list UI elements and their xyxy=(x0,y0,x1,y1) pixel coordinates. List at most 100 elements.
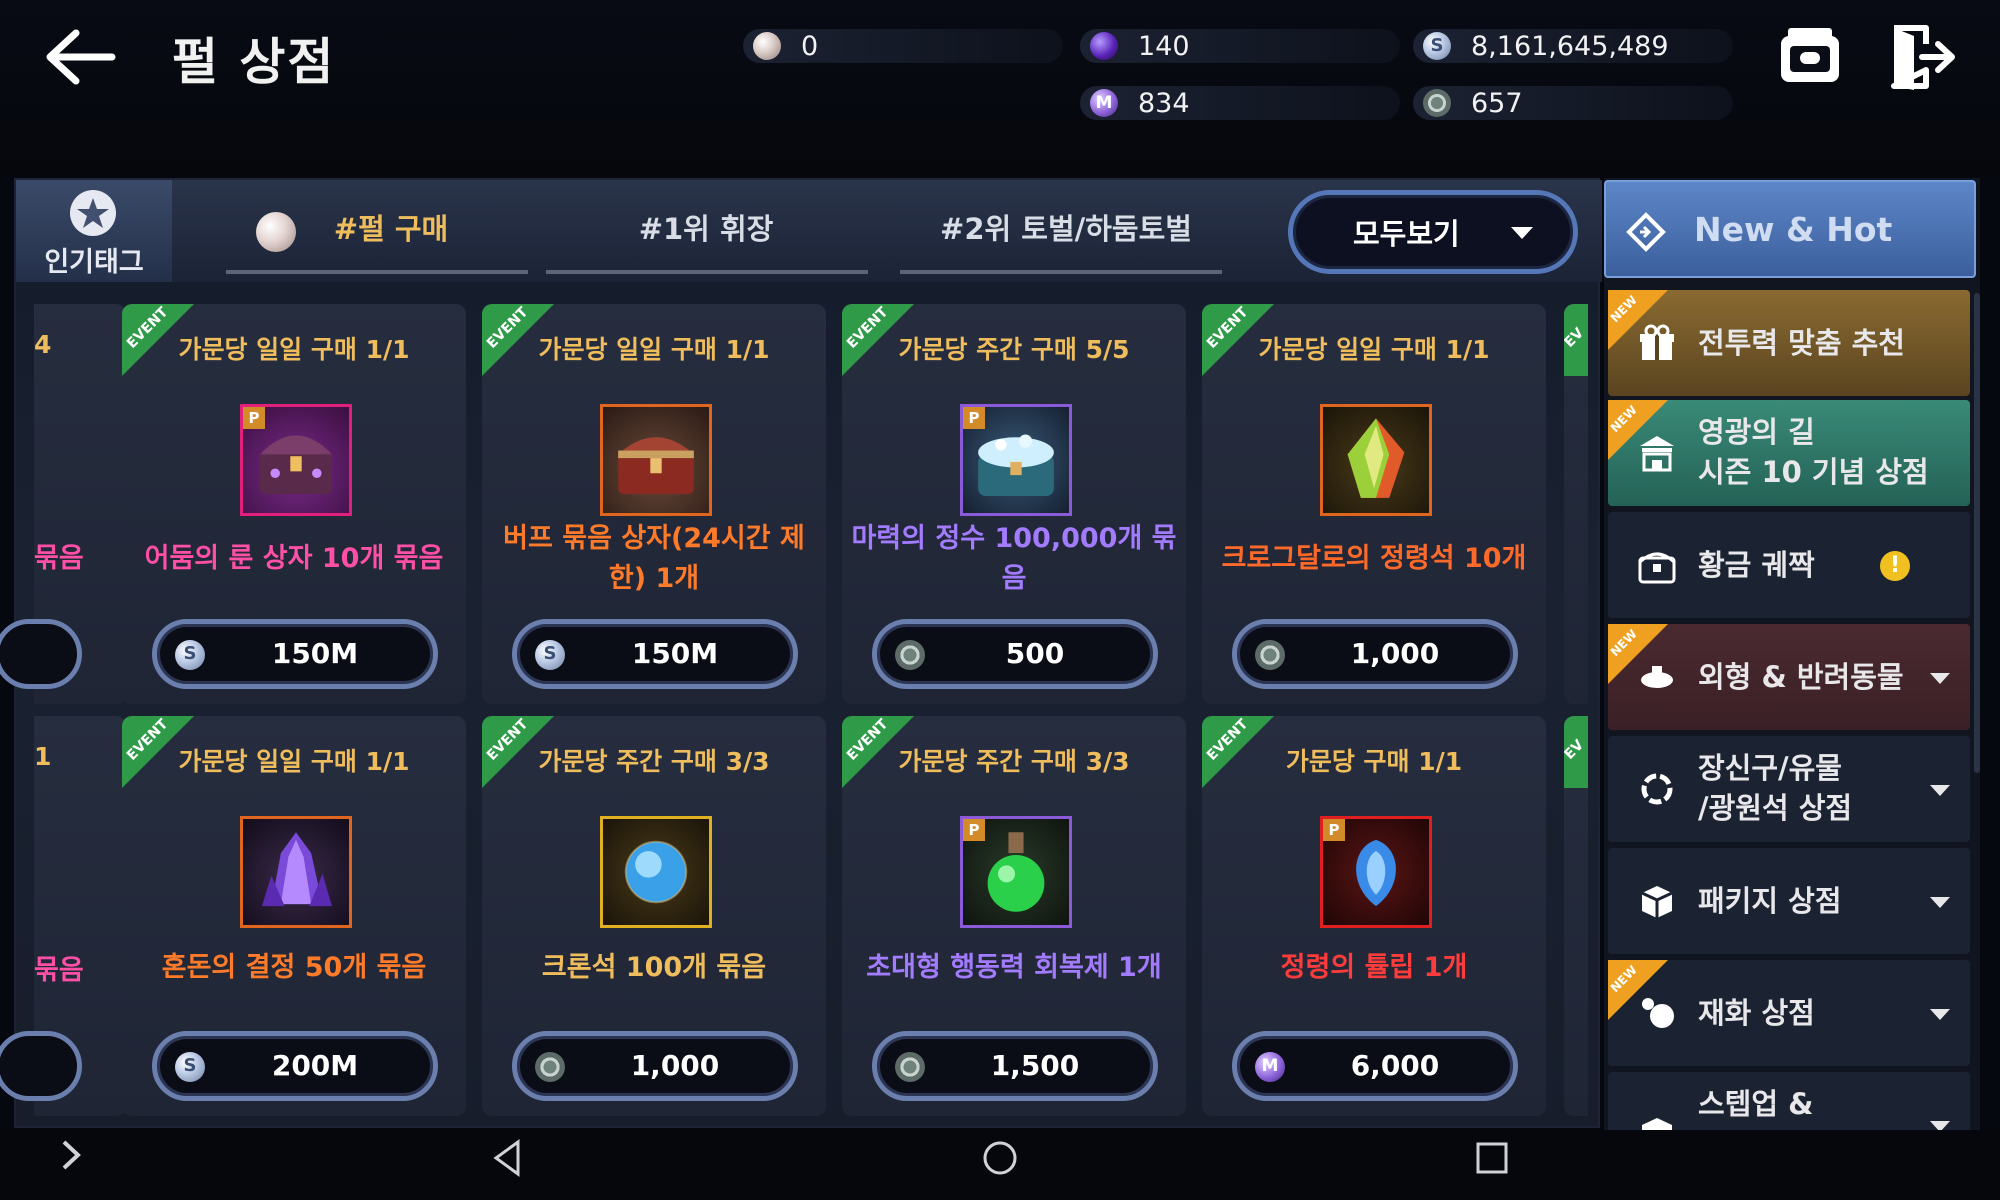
spirit-tulip-image: P xyxy=(1320,816,1432,928)
buff-chest-image xyxy=(600,404,712,516)
sidebar-item-glory-road[interactable]: NEW 영광의 길 시즌 10 기념 상점 xyxy=(1608,400,1970,506)
purchase-limit: 가문당 일일 구매 1/1 xyxy=(1258,335,1490,364)
category-sidebar: New & Hot NEW 전투력 맞춤 추천 NEW 영광의 길 시즌 10 … xyxy=(1604,178,1980,1130)
price-value: 150M xyxy=(271,637,359,670)
sidebar-item-sublabel: 시즌 10 기념 상점 xyxy=(1698,455,1929,489)
purchase-limit: 가문당 주간 구매 5/5 xyxy=(898,335,1130,364)
star-icon xyxy=(70,190,116,236)
sidebar-item-label: 외형 & 반려동물 xyxy=(1698,660,1904,694)
storage-box-icon[interactable] xyxy=(1778,24,1842,86)
diamond-arrow-icon xyxy=(1626,212,1666,252)
emblem-coin-icon xyxy=(1423,89,1451,117)
sidebar-item-appearance-pets[interactable]: NEW 외형 & 반려동물 xyxy=(1608,624,1970,730)
pearl-icon xyxy=(256,212,296,252)
purchase-limit: 1 xyxy=(34,742,52,771)
purple-gem-icon xyxy=(1090,32,1118,60)
sidebar-scrollbar[interactable] xyxy=(1974,293,1980,773)
purchase-limit: 가문당 주간 구매 3/3 xyxy=(538,747,770,776)
currency-value: 140 xyxy=(1138,31,1190,62)
sidebar-item-label: 장신구/유물 xyxy=(1698,751,1842,785)
product-card[interactable]: EVENT 가문당 일일 구매 1/1 크로그달로의 정령석 10개 1,000 xyxy=(1202,304,1546,704)
price-button[interactable]: 1,500 xyxy=(872,1031,1158,1101)
sidebar-item-currency-shop[interactable]: NEW 재화 상점 xyxy=(1608,960,1970,1066)
partial-card[interactable]: EV xyxy=(1564,716,1588,1116)
price-value: 6,000 xyxy=(1350,1049,1440,1082)
shop-panel: 인기태그 #펄 구매 #1위 휘장 #2위 토벌/하둠토벌 모두보기 4 묶음 … xyxy=(0,178,1602,1128)
item-name: 초대형 행동력 회복제 1개 xyxy=(866,952,1162,983)
product-card[interactable]: EVENT 가문당 주간 구매 3/3 크론석 100개 묶음 1,000 xyxy=(482,716,826,1116)
ring-icon xyxy=(1641,773,1673,805)
price-button[interactable] xyxy=(0,619,82,689)
sidebar-item-label: 전투력 맞춤 추천 xyxy=(1698,326,1905,360)
emblem-coin-icon xyxy=(1255,640,1285,670)
product-card[interactable]: EVENT 가문당 일일 구매 1/1 혼돈의 결정 50개 묶음 S 200M xyxy=(122,716,466,1116)
nav-home-icon[interactable] xyxy=(980,1138,1020,1178)
price-button[interactable]: S 200M xyxy=(152,1031,438,1101)
chevron-right-icon[interactable] xyxy=(58,1138,84,1172)
item-name: 어둠의 룬 상자 10개 묶음 xyxy=(144,543,444,574)
tab-underline xyxy=(546,270,868,274)
tab-second-raid[interactable]: #2위 토벌/하둠토벌 xyxy=(896,206,1236,250)
price-button[interactable]: 500 xyxy=(872,619,1158,689)
page-title: 펄 상점 xyxy=(172,33,336,91)
tab-underline xyxy=(226,270,528,274)
premium-badge: P xyxy=(1323,819,1345,841)
purchase-limit: 4 xyxy=(34,330,52,359)
tab-pearl-purchase[interactable]: #펄 구매 xyxy=(316,206,466,250)
partial-card[interactable]: EV xyxy=(1564,304,1588,704)
popular-tag-button[interactable]: 인기태그 xyxy=(16,180,172,282)
costume-icon xyxy=(1641,666,1673,688)
view-all-dropdown[interactable]: 모두보기 xyxy=(1288,190,1578,274)
tab-first-emblem[interactable]: #1위 휘장 xyxy=(546,206,866,250)
sidebar-item-label: 재화 상점 xyxy=(1698,996,1815,1030)
emblem-coin-icon xyxy=(535,1052,565,1082)
emblem-coin-icon xyxy=(895,1052,925,1082)
product-card[interactable]: EVENT 가문당 일일 구매 1/1 P 어둠의 룬 상자 10개 묶음 S … xyxy=(122,304,466,704)
price-button[interactable]: S 150M xyxy=(152,619,438,689)
m-coin-icon: M xyxy=(1255,1052,1285,1082)
system-nav-bar xyxy=(0,1130,2000,1200)
silver-coin-icon: S xyxy=(535,640,565,670)
product-card[interactable]: EVENT 가문당 주간 구매 5/5 P 마력의 정수 100,000개 묶음… xyxy=(842,304,1186,704)
price-button[interactable]: M 6,000 xyxy=(1232,1031,1518,1101)
tab-underline xyxy=(900,270,1222,274)
price-button[interactable] xyxy=(0,1031,82,1101)
new-hot-header[interactable]: New & Hot xyxy=(1604,180,1976,278)
price-button[interactable]: S 150M xyxy=(512,619,798,689)
currency-pearl: 0 xyxy=(743,29,1063,63)
sidebar-item-golden-chest[interactable]: 황금 궤짝 ! xyxy=(1608,512,1970,618)
nav-back-icon[interactable] xyxy=(490,1138,524,1178)
item-name: 마력의 정수 100,000개 묶음 xyxy=(851,523,1177,594)
item-name: 혼돈의 결정 50개 묶음 xyxy=(161,952,427,983)
sidebar-item-stepup[interactable]: 스텝업 & xyxy=(1608,1072,1970,1130)
purchase-limit: 가문당 일일 구매 1/1 xyxy=(178,747,410,776)
chaos-crystal-image xyxy=(240,816,352,928)
sidebar-item-accessory-shop[interactable]: 장신구/유물 /광원석 상점 xyxy=(1608,736,1970,842)
currency-purple-gem: 140 xyxy=(1080,29,1400,63)
spirit-stone-image xyxy=(1320,404,1432,516)
product-card[interactable]: EVENT 가문당 주간 구매 3/3 P 초대형 행동력 회복제 1개 1,5… xyxy=(842,716,1186,1116)
package-icon xyxy=(1641,886,1673,918)
exit-icon[interactable] xyxy=(1886,22,1958,92)
price-button[interactable]: 1,000 xyxy=(1232,619,1518,689)
alert-icon: ! xyxy=(1880,551,1910,581)
sidebar-item-package-shop[interactable]: 패키지 상점 xyxy=(1608,848,1970,954)
package-icon xyxy=(1642,1118,1672,1130)
gift-icon xyxy=(1640,324,1674,360)
currency-value: 8,161,645,489 xyxy=(1471,31,1669,62)
partial-card[interactable]: 4 묶음 xyxy=(0,304,126,704)
product-card[interactable]: EVENT 가문당 구매 1/1 P 정령의 튤립 1개 M 6,000 xyxy=(1202,716,1546,1116)
sidebar-item-label: 스텝업 & xyxy=(1698,1087,1814,1121)
nav-recents-icon[interactable] xyxy=(1474,1140,1510,1176)
currency-silver: S 8,161,645,489 xyxy=(1413,29,1733,63)
tag-bar: 인기태그 #펄 구매 #1위 휘장 #2위 토벌/하둠토벌 모두보기 xyxy=(16,180,1602,282)
chevron-down-icon xyxy=(1930,673,1950,684)
price-button[interactable]: 1,000 xyxy=(512,1031,798,1101)
price-value: 1,000 xyxy=(630,1049,720,1082)
product-card[interactable]: EVENT 가문당 일일 구매 1/1 버프 묶음 상자(24시간 제한) 1개… xyxy=(482,304,826,704)
chevron-down-icon xyxy=(1930,1009,1950,1020)
partial-card[interactable]: 1 묶음 xyxy=(0,716,126,1116)
sidebar-item-combat-recommend[interactable]: NEW 전투력 맞춤 추천 xyxy=(1608,290,1970,396)
back-arrow-icon[interactable] xyxy=(40,25,120,90)
item-name: 묶음 xyxy=(34,955,84,986)
